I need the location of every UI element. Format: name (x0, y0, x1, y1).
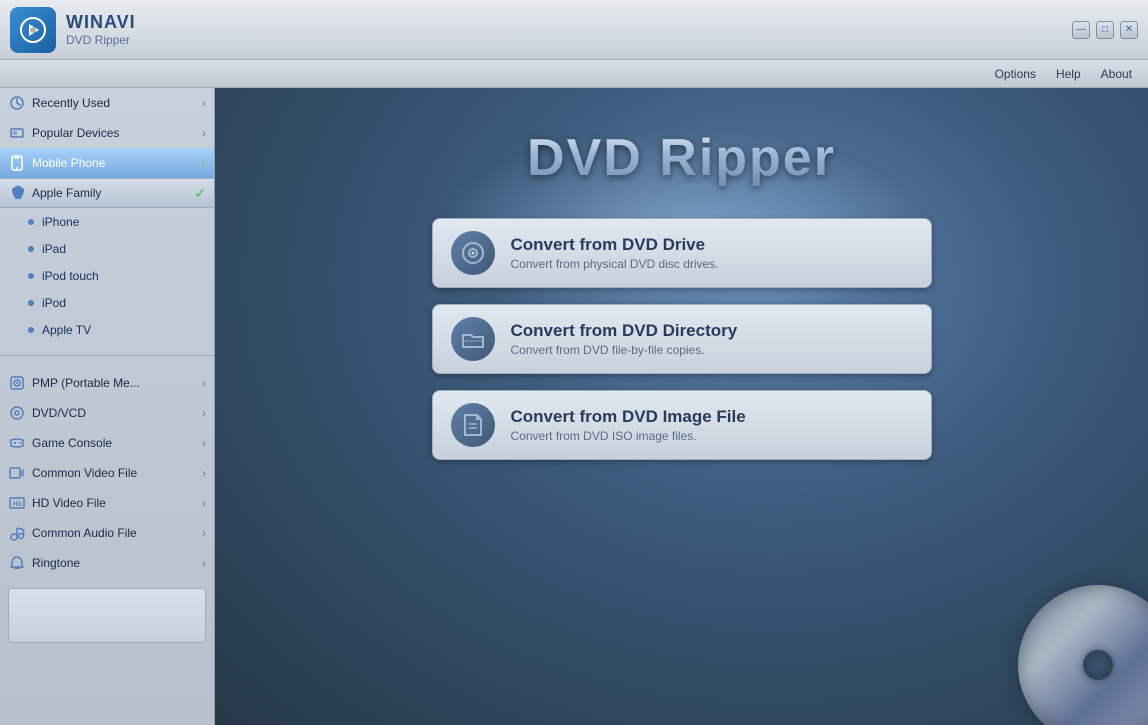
dvd-disc-decoration (1018, 585, 1148, 725)
dvd-directory-title: Convert from DVD Directory (511, 321, 738, 341)
subitem-dot (28, 300, 34, 306)
sidebar-item-label: Common Video File (32, 466, 137, 480)
recently-used-icon (8, 94, 26, 112)
sidebar-item-recently-used[interactable]: Recently Used › (0, 88, 214, 118)
dvd-drive-icon (451, 231, 495, 275)
subitem-dot (28, 327, 34, 333)
subitem-dot (28, 246, 34, 252)
sidebar-item-label: Game Console (32, 436, 112, 450)
options-menu[interactable]: Options (995, 67, 1036, 81)
sidebar-item-ringtone[interactable]: Ringtone › (0, 548, 214, 578)
common-video-arrow: › (202, 466, 206, 480)
app-title-main: WINAVI (66, 12, 136, 33)
sidebar-item-label: Recently Used (32, 96, 110, 110)
minimize-button[interactable]: — (1072, 21, 1090, 39)
mobile-phone-icon (8, 154, 26, 172)
titlebar-left: WINAVI DVD Ripper (10, 7, 136, 53)
dvd-drive-title: Convert from DVD Drive (511, 235, 719, 255)
common-audio-arrow: › (202, 526, 206, 540)
subitem-label: iPod (42, 296, 66, 310)
apple-icon (8, 184, 26, 202)
sidebar-item-common-audio[interactable]: Common Audio File › (0, 518, 214, 548)
mobile-phone-arrow: › (201, 154, 206, 172)
sidebar-item-pmp[interactable]: PMP (Portable Me... › (0, 368, 214, 398)
app-logo (10, 7, 56, 53)
sidebar-item-label: HD Video File (32, 496, 106, 510)
sidebar-item-dvd-vcd[interactable]: DVD/VCD › (0, 398, 214, 428)
popular-devices-icon (8, 124, 26, 142)
ringtone-arrow: › (202, 556, 206, 570)
convert-dvd-drive-button[interactable]: Convert from DVD Drive Convert from phys… (432, 218, 932, 288)
subitem-label: Apple TV (42, 323, 91, 337)
sidebar-item-common-video[interactable]: Common Video File › (0, 458, 214, 488)
sidebar-item-label: Mobile Phone (32, 156, 105, 170)
sidebar-subitem-apple-tv[interactable]: Apple TV (0, 316, 214, 343)
dvd-drive-text: Convert from DVD Drive Convert from phys… (511, 235, 719, 271)
help-menu[interactable]: Help (1056, 67, 1081, 81)
common-video-icon (8, 464, 26, 482)
svg-text:HD: HD (13, 502, 22, 508)
titlebar-controls: — □ ✕ (1072, 21, 1138, 39)
sidebar-item-label: PMP (Portable Me... (32, 376, 140, 390)
dvd-image-desc: Convert from DVD ISO image files. (511, 429, 746, 443)
dvd-image-title: Convert from DVD Image File (511, 407, 746, 427)
popular-devices-arrow: › (202, 126, 206, 140)
dvd-drive-desc: Convert from physical DVD disc drives. (511, 257, 719, 271)
subitem-label: iPod touch (42, 269, 99, 283)
sidebar-item-label: Common Audio File (32, 526, 137, 540)
main-layout: Recently Used › Popular Devices › (0, 88, 1148, 725)
dvd-image-text: Convert from DVD Image File Convert from… (511, 407, 746, 443)
sidebar-spacer (0, 343, 214, 351)
pmp-arrow: › (202, 376, 206, 390)
sidebar: Recently Used › Popular Devices › (0, 88, 215, 725)
sidebar-item-label: Popular Devices (32, 126, 119, 140)
convert-dvd-directory-button[interactable]: Convert from DVD Directory Convert from … (432, 304, 932, 374)
sidebar-item-popular-devices[interactable]: Popular Devices › (0, 118, 214, 148)
dvd-vcd-arrow: › (202, 406, 206, 420)
dvd-title: DVD Ripper (527, 128, 836, 188)
sidebar-item-mobile-phone[interactable]: Mobile Phone › (0, 148, 214, 178)
app-title: WINAVI DVD Ripper (66, 12, 136, 47)
subitem-dot (28, 273, 34, 279)
dvd-image-icon (451, 403, 495, 447)
maximize-button[interactable]: □ (1096, 21, 1114, 39)
sidebar-item-apple-family[interactable]: Apple Family ✓ (0, 178, 214, 208)
dvd-directory-desc: Convert from DVD file-by-file copies. (511, 343, 738, 357)
ringtone-icon (8, 554, 26, 572)
sidebar-item-label: DVD/VCD (32, 406, 86, 420)
close-button[interactable]: ✕ (1120, 21, 1138, 39)
recently-used-arrow: › (202, 96, 206, 110)
sidebar-item-game-console[interactable]: Game Console › (0, 428, 214, 458)
sidebar-spacer (0, 360, 214, 368)
game-console-arrow: › (202, 436, 206, 450)
app-title-sub: DVD Ripper (66, 33, 136, 47)
sidebar-subitem-ipod-touch[interactable]: iPod touch (0, 262, 214, 289)
sidebar-item-hd-video[interactable]: HD HD Video File › (0, 488, 214, 518)
convert-dvd-image-button[interactable]: Convert from DVD Image File Convert from… (432, 390, 932, 460)
pmp-icon (8, 374, 26, 392)
apple-family-check: ✓ (194, 185, 206, 202)
sidebar-subitem-ipod[interactable]: iPod (0, 289, 214, 316)
hd-video-icon: HD (8, 494, 26, 512)
sidebar-divider (0, 355, 214, 356)
subitem-dot (28, 219, 34, 225)
action-buttons: Convert from DVD Drive Convert from phys… (432, 218, 932, 460)
dvd-directory-icon (451, 317, 495, 361)
apple-family-label: Apple Family (32, 186, 101, 200)
subitem-label: iPad (42, 242, 66, 256)
sidebar-subitem-ipad[interactable]: iPad (0, 235, 214, 262)
titlebar: WINAVI DVD Ripper — □ ✕ (0, 0, 1148, 60)
dvd-vcd-icon (8, 404, 26, 422)
subitem-label: iPhone (42, 215, 79, 229)
about-menu[interactable]: About (1101, 67, 1132, 81)
content-area: DVD Ripper Convert from DVD Drive Conver… (215, 88, 1148, 725)
menubar: Options Help About (0, 60, 1148, 88)
sidebar-item-label: Ringtone (32, 556, 80, 570)
dvd-directory-text: Convert from DVD Directory Convert from … (511, 321, 738, 357)
hd-video-arrow: › (202, 496, 206, 510)
game-console-icon (8, 434, 26, 452)
common-audio-icon (8, 524, 26, 542)
sidebar-bottom-area (8, 588, 206, 643)
sidebar-subitem-iphone[interactable]: iPhone (0, 208, 214, 235)
